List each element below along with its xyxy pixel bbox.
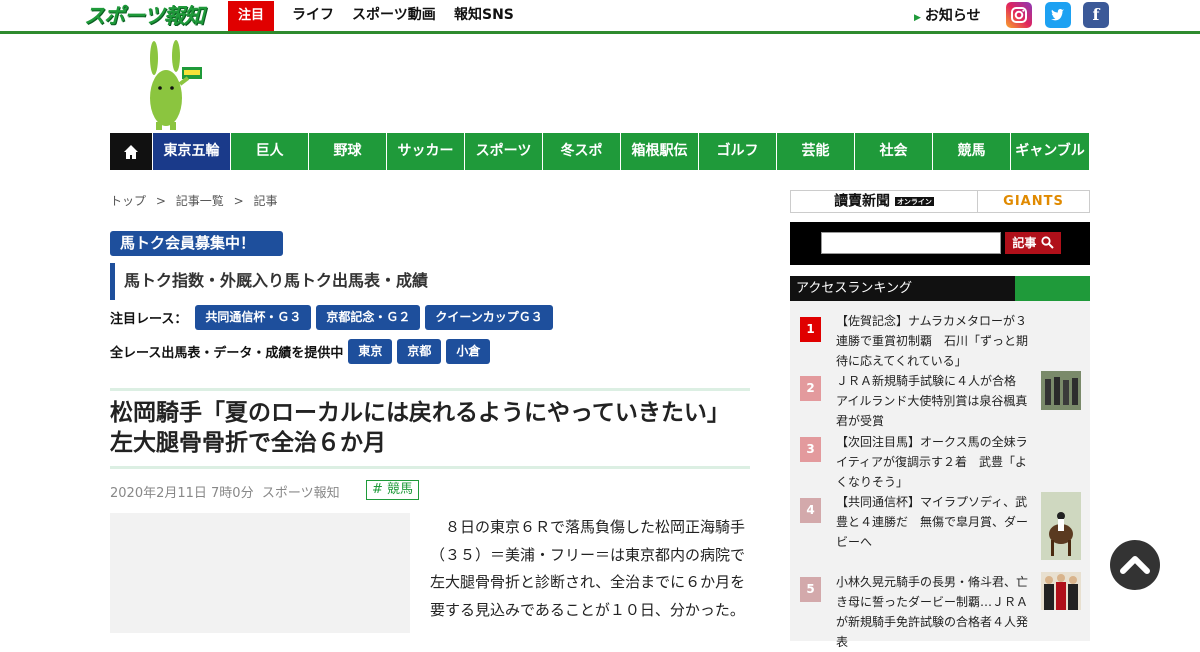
article-photo [110,513,410,633]
rank-thumbnail [1041,572,1081,610]
breadcrumb-top[interactable]: トップ [110,194,146,208]
rank-number: 3 [800,437,821,462]
nav-sports[interactable]: スポーツ [465,133,543,170]
venue-button[interactable]: 小倉 [446,339,491,364]
notice-link[interactable]: ▶ お知らせ [914,0,981,32]
featured-races-row: 注目レース： 共同通信杯・Ｇ３ 京都記念・Ｇ２ クイーンカップＧ３ [110,305,553,330]
search-input[interactable] [821,232,1001,254]
nav-tokyo-olympics[interactable]: 東京五輪 [153,133,231,170]
yomiuri-text: 讀賣新聞 [834,193,891,210]
breadcrumb-article-list[interactable]: 記事一覧 [176,194,224,208]
breadcrumb-current: 記事 [253,194,278,208]
umatoku-badge[interactable]: 馬トク会員募集中！ [110,231,283,256]
rank-thumbnail [1041,371,1081,410]
breadcrumb: トップ > 記事一覧 > 記事 [110,192,283,209]
all-races-row: 全レース出馬表・データ・成績を提供中 東京 京都 小倉 [110,339,491,364]
nav-home-button[interactable] [110,133,153,170]
mascot-image [150,40,202,130]
featured-races-label: 注目レース： [110,312,188,327]
article-date: 2020年2月11日 7時0分 [110,486,254,501]
rank-number: 1 [800,317,821,342]
nav-horse-racing[interactable]: 競馬 [933,133,1011,170]
giants-logo[interactable]: GIANTS [978,191,1089,212]
breadcrumb-separator: > [233,194,244,208]
rank-number: 2 [800,376,821,401]
race-button[interactable]: 京都記念・Ｇ２ [316,305,421,330]
nav-society[interactable]: 社会 [855,133,933,170]
ranking-list: 1 【佐賀記念】ナムラカメタローが３連勝で重賞初制覇 石川「ずっと期待に応えてく… [790,301,1090,649]
rank-number: 5 [800,577,821,602]
ranking-title: アクセスランキング [796,281,912,296]
facebook-icon[interactable]: f [1083,2,1109,28]
article-title: 松岡騎手「夏のローカルには戻れるようにやっていきたい」左大腿骨骨折で全治６か月 [110,400,730,456]
umatoku-subtitle[interactable]: 馬トク指数・外厩入り馬トク出馬表・成績 [110,263,750,300]
nav-life[interactable]: ライフ [292,0,334,30]
all-races-label: 全レース出馬表・データ・成績を提供中 [110,346,344,361]
race-button[interactable]: クイーンカップＧ３ [425,305,553,330]
nav-sports-video[interactable]: スポーツ動画 [352,0,436,30]
search-button[interactable]: 記事 [1005,232,1061,254]
rank-number: 4 [800,498,821,523]
highlight-link[interactable]: 注目 [228,1,274,31]
breadcrumb-separator: > [155,194,166,208]
ranking-header-accent [1015,276,1090,301]
main-nav: 東京五輪 巨人 野球 サッカー スポーツ 冬スポ 箱根駅伝 ゴルフ 芸能 社会 … [110,133,1089,170]
rank-title[interactable]: 小林久晃元騎手の長男・脩斗君、亡き母に誓ったダービー制覇…ＪＲＡが新規騎手免許試… [836,572,1032,652]
nav-gambling[interactable]: ギャンブル [1011,133,1089,170]
search-button-label: 記事 [1012,236,1037,250]
search-box: 記事 [790,222,1090,265]
article-body: ８日の東京６Ｒで落馬負傷した松岡正海騎手（３５）＝美浦・フリー＝は東京都内の病院… [430,518,746,619]
search-icon [1040,236,1054,249]
article-source: スポーツ報知 [261,486,340,501]
instagram-icon[interactable] [1006,2,1032,28]
nav-hakone-ekiden[interactable]: 箱根駅伝 [621,133,699,170]
chevron-up-icon [1120,556,1150,574]
nav-entertainment[interactable]: 芸能 [777,133,855,170]
rank-title[interactable]: 【次回注目馬】オークス馬の全妹ライティアが復調示す２着 武豊「よくなりそう」 [836,432,1032,492]
nav-soccer[interactable]: サッカー [387,133,465,170]
race-button[interactable]: 共同通信杯・Ｇ３ [195,305,312,330]
yomiuri-banner[interactable]: 讀賣新聞 オンライン GIANTS [790,190,1090,213]
rank-title[interactable]: 【共同通信杯】マイラプソディ、武豊と４連勝だ 無傷で皐月賞、ダービーへ [836,492,1032,552]
nav-giants[interactable]: 巨人 [231,133,309,170]
rank-title[interactable]: ＪＲＡ新規騎手試験に４人が合格 アイルランド大使特別賞は泉谷楓真君が受賞 [836,371,1032,431]
back-to-top-button[interactable] [1110,540,1160,590]
venue-button[interactable]: 東京 [348,339,393,364]
triangle-icon: ▶ [914,13,921,23]
rank-thumbnail [1041,492,1081,560]
nav-baseball[interactable]: 野球 [309,133,387,170]
nav-winter-sports[interactable]: 冬スポ [543,133,621,170]
site-logo[interactable]: スポーツ報知 [84,2,208,30]
article-meta: 2020年2月11日 7時0分 スポーツ報知 [110,482,340,501]
rank-title[interactable]: 【佐賀記念】ナムラカメタローが３連勝で重賞初制覇 石川「ずっと期待に応えてくれて… [836,311,1032,371]
yomiuri-sub: オンライン [894,197,934,206]
nav-hochi-sns[interactable]: 報知SNS [454,0,514,30]
divider [110,388,750,391]
venue-button[interactable]: 京都 [397,339,442,364]
yomiuri-logo[interactable]: 讀賣新聞 オンライン [791,191,978,212]
top-header: スポーツ報知 注目 ライフ スポーツ動画 報知SNS ▶ お知らせ f [0,0,1200,34]
divider [110,466,750,469]
ranking-header: アクセスランキング [790,276,1090,301]
tag-horse-racing[interactable]: # 競馬 [366,480,420,500]
home-icon [124,145,138,159]
notice-label: お知らせ [924,8,981,24]
nav-golf[interactable]: ゴルフ [699,133,777,170]
twitter-icon[interactable] [1045,2,1071,28]
